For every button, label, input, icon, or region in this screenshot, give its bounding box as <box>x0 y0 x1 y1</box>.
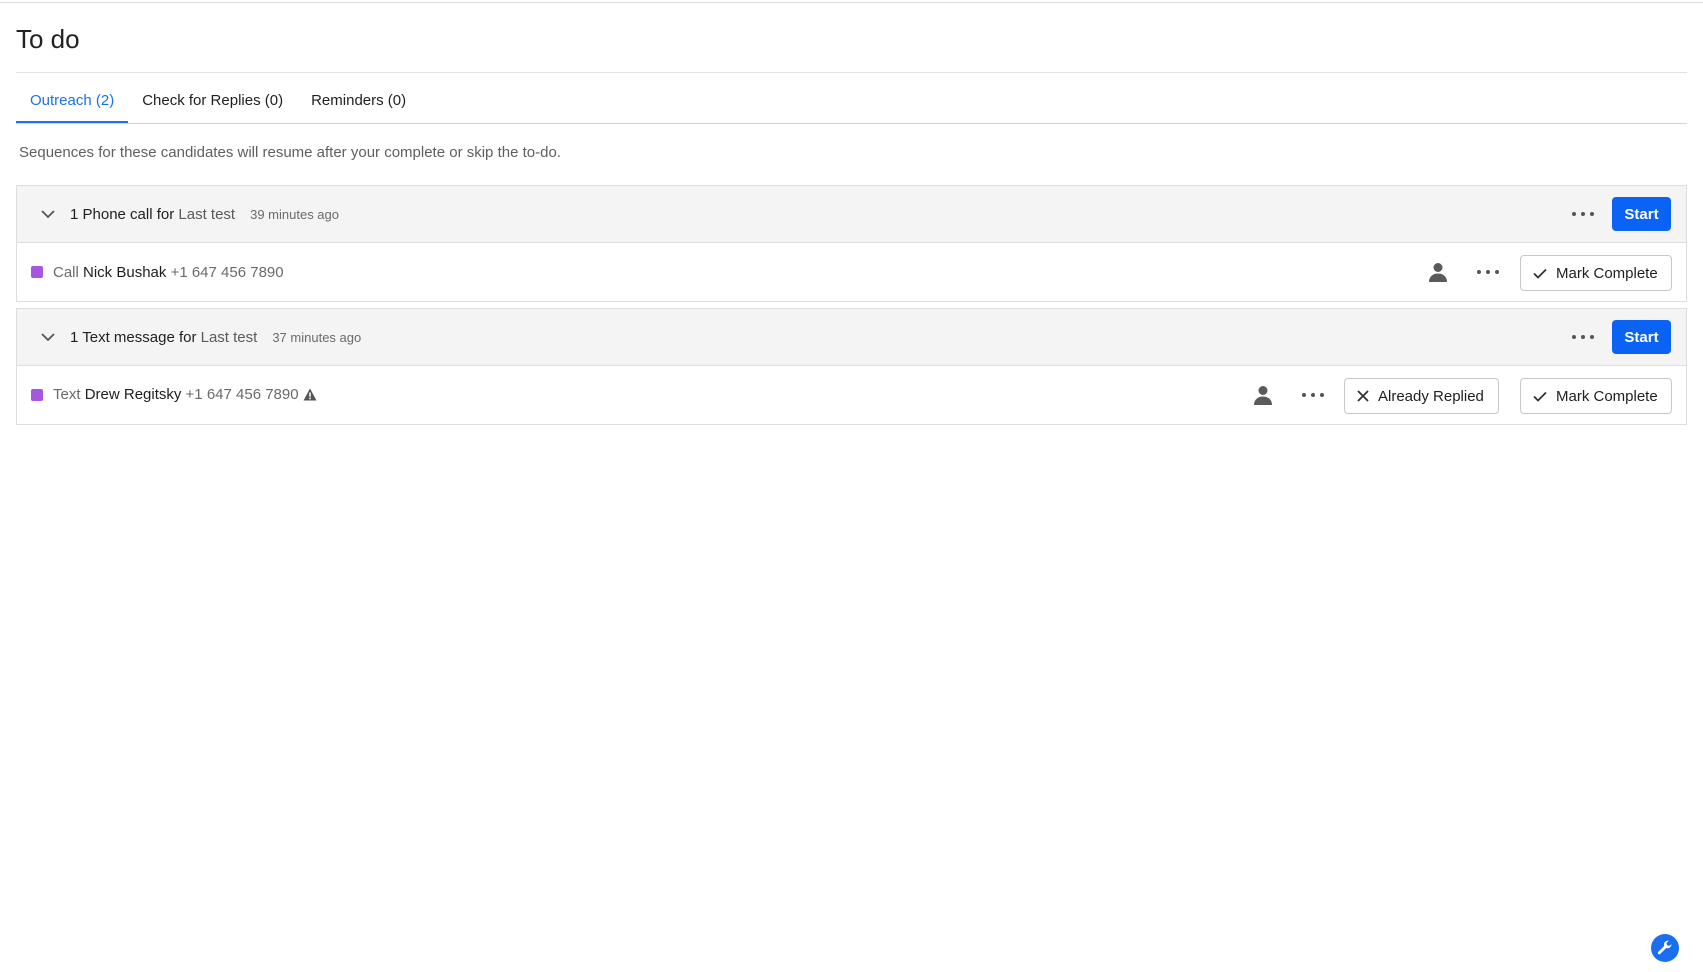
start-button[interactable]: Start <box>1612 320 1671 354</box>
item-action: Text <box>53 385 81 403</box>
mark-complete-label: Mark Complete <box>1556 387 1658 405</box>
tab-check-for-replies[interactable]: Check for Replies (0) <box>128 86 297 123</box>
status-square <box>31 266 43 278</box>
check-icon <box>1533 268 1547 279</box>
candidate-phone: +1 647 456 7890 <box>185 385 299 403</box>
mark-complete-button[interactable]: Mark Complete <box>1520 378 1672 414</box>
more-options-icon[interactable] <box>1471 257 1505 287</box>
info-text: Sequences for these candidates will resu… <box>19 144 561 161</box>
group-count-type: 1 Phone call for <box>70 205 175 223</box>
title-divider <box>16 72 1687 73</box>
group-title: 1 Phone call for Last test <box>70 206 235 223</box>
group-sequence-name: Last test <box>178 205 236 223</box>
chevron-down-icon[interactable] <box>39 328 57 346</box>
todo-item-row: Call Nick Bushak +1 647 456 7890 Mark Co… <box>17 243 1686 301</box>
already-replied-button[interactable]: Already Replied <box>1344 378 1499 414</box>
mark-complete-label: Mark Complete <box>1556 264 1658 282</box>
group-timestamp: 39 minutes ago <box>250 206 340 222</box>
tab-outreach[interactable]: Outreach (2) <box>16 86 129 123</box>
already-replied-label: Already Replied <box>1378 387 1484 405</box>
warning-icon <box>303 388 317 405</box>
todo-group-text-message: 1 Text message for Last test 37 minutes … <box>16 308 1687 425</box>
person-icon[interactable] <box>1252 384 1274 406</box>
chevron-down-icon[interactable] <box>39 205 57 223</box>
group-header: 1 Phone call for Last test 39 minutes ag… <box>17 186 1686 243</box>
more-options-icon[interactable] <box>1566 199 1600 229</box>
status-square <box>31 389 43 401</box>
item-action: Call <box>53 263 79 281</box>
group-timestamp: 37 minutes ago <box>272 329 362 345</box>
todo-item-row: Text Drew Regitsky +1 647 456 7890 Alrea… <box>17 366 1686 424</box>
candidate-name[interactable]: Drew Regitsky <box>85 386 182 403</box>
check-icon <box>1533 391 1547 402</box>
page-title: To do <box>16 24 80 54</box>
todo-item-text: Text Drew Regitsky +1 647 456 7890 <box>53 386 317 405</box>
group-sequence-name: Last test <box>200 328 258 346</box>
todo-group-phone-call: 1 Phone call for Last test 39 minutes ag… <box>16 185 1687 302</box>
group-header: 1 Text message for Last test 37 minutes … <box>17 309 1686 366</box>
mark-complete-button[interactable]: Mark Complete <box>1520 255 1672 291</box>
tab-reminders[interactable]: Reminders (0) <box>297 86 420 123</box>
more-options-icon[interactable] <box>1296 380 1330 410</box>
top-divider <box>0 0 1703 3</box>
close-icon <box>1357 390 1369 402</box>
more-options-icon[interactable] <box>1566 322 1600 352</box>
start-button[interactable]: Start <box>1612 197 1671 231</box>
tab-bar: Outreach (2) Check for Replies (0) Remin… <box>16 86 1687 124</box>
person-icon[interactable] <box>1427 261 1449 283</box>
candidate-name[interactable]: Nick Bushak <box>83 264 166 281</box>
group-title: 1 Text message for Last test <box>70 329 257 346</box>
wrench-icon[interactable] <box>1651 934 1679 962</box>
group-count-type: 1 Text message for <box>70 328 197 346</box>
todo-item-text: Call Nick Bushak +1 647 456 7890 <box>53 264 284 281</box>
candidate-phone: +1 647 456 7890 <box>170 263 284 281</box>
